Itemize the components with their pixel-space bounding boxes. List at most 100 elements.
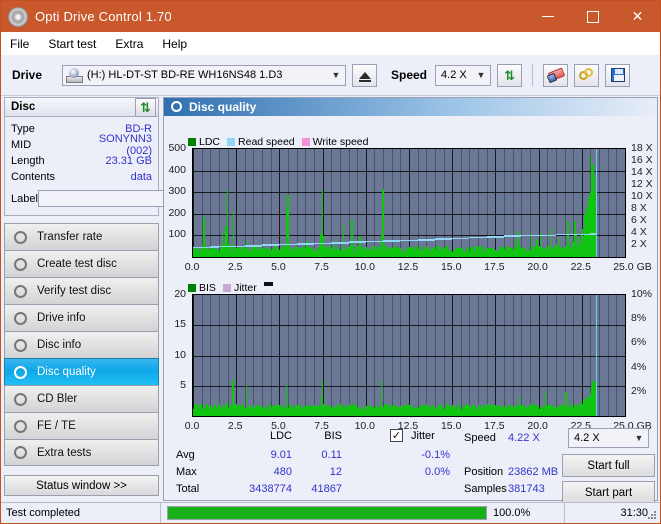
x-tick-label: 5.0 [271, 261, 286, 273]
legend-label-jitter: Jitter [234, 282, 257, 294]
stats-bis-avg: 0.11 [298, 449, 342, 461]
legend-swatch-read-speed [227, 138, 235, 146]
y2-tick-label: 4 X [627, 226, 647, 238]
grid-line [418, 149, 419, 257]
refresh-icon: ⇅ [504, 69, 515, 82]
save-button[interactable] [605, 64, 630, 87]
y2-tick-label: 8 X [627, 202, 647, 214]
grid-line [210, 149, 211, 257]
grid-line [521, 149, 522, 257]
read-speed-line [469, 237, 486, 239]
status-bar: Test completed 100.0% 31:30 [1, 502, 660, 523]
grid-line [478, 149, 479, 257]
eject-button[interactable] [352, 64, 377, 87]
speed-select[interactable]: 4.2 X ▼ [435, 65, 491, 86]
y-tick-label: 10 [174, 349, 189, 361]
menu-item-extra[interactable]: Extra [115, 37, 143, 51]
sidebar-item-label: Disc info [37, 339, 81, 351]
sidebar-item-transfer-rate[interactable]: Transfer rate [4, 223, 159, 250]
menu-item-start-test[interactable]: Start test [48, 37, 96, 51]
grid-line [599, 149, 600, 257]
legend-item-jitter: Jitter [223, 282, 257, 294]
x-tick-label: 15.0 [441, 420, 461, 432]
erase-button[interactable] [543, 64, 568, 87]
position-label: Position [464, 466, 503, 478]
sidebar-item-disc-quality[interactable]: Disc quality [4, 358, 159, 385]
chart-ldc-plot [192, 148, 626, 258]
stats-row-label-total: Total [176, 483, 199, 495]
chart-bis-plot [192, 294, 626, 417]
start-part-button[interactable]: Start part [562, 481, 655, 504]
disc-icon [13, 230, 30, 245]
gears-icon [579, 68, 594, 82]
panel-title: Disc quality [189, 100, 256, 114]
legend-item-ldc: LDC [188, 136, 220, 148]
grid-line [279, 149, 280, 257]
x-tick-label: 2.5 [228, 261, 243, 273]
menu-item-help[interactable]: Help [162, 37, 187, 51]
grid-line [193, 171, 625, 172]
test-speed-select[interactable]: 4.2 X ▼ [568, 428, 649, 448]
y-tick-label: 400 [168, 164, 189, 176]
drive-select-value: (H:) HL-DT-ST BD-RE WH16NS48 1.D3 [87, 69, 327, 81]
check-icon: ✓ [392, 429, 401, 442]
y-tick-label: 15 [174, 318, 189, 330]
chevron-down-icon: ▼ [472, 70, 490, 80]
disc-panel-header: Disc ⇅ [4, 97, 159, 117]
sidebar-item-disc-info[interactable]: Disc info [4, 331, 159, 358]
sidebar-item-fe-te[interactable]: FE / TE [4, 412, 159, 439]
stats-jitter-avg: -0.1% [384, 449, 450, 461]
maximize-icon[interactable] [570, 1, 615, 32]
legend-swatch-ldc [188, 138, 196, 146]
x-tick-label: 12.5 [398, 261, 418, 273]
progress-bar-fill [168, 507, 486, 519]
refresh-button[interactable]: ⇅ [497, 64, 522, 87]
read-speed-line [210, 246, 219, 248]
status-window-button[interactable]: Status window >> [4, 475, 159, 496]
jitter-checkbox[interactable]: ✓ [390, 429, 403, 442]
y-tick-label: 500 [168, 142, 189, 154]
chart-ldc-x-axis: 0.0 2.5 5.0 7.5 10.0 12.5 15.0 17.5 20.0 22.5 25.0… [192, 260, 626, 274]
sidebar-item-drive-info[interactable]: Drive info [4, 304, 159, 331]
grid-line [495, 149, 496, 257]
close-icon[interactable]: ✕ [615, 1, 660, 32]
sidebar-item-verify-test-disc[interactable]: Verify test disc [4, 277, 159, 304]
menu-item-file[interactable]: File [10, 37, 29, 51]
x-tick-label: 22.5 [571, 261, 591, 273]
read-speed-line [487, 236, 504, 238]
grid-line [193, 214, 625, 215]
resize-grip-icon[interactable] [647, 510, 657, 520]
read-speed-line [418, 239, 435, 241]
sidebar-item-extra-tests[interactable]: Extra tests [4, 439, 159, 466]
minimize-icon[interactable] [525, 1, 570, 32]
disc-refresh-button[interactable]: ⇅ [135, 98, 156, 117]
legend-swatch-jitter [223, 284, 231, 292]
disc-icon [13, 257, 30, 272]
y-tick-label: 300 [168, 185, 189, 197]
grid-line [193, 325, 625, 326]
grid-line [547, 149, 548, 257]
chart-bis-legend: BIS Jitter [188, 282, 273, 294]
read-speed-line [452, 238, 469, 240]
grid-line [608, 149, 609, 257]
settings-button[interactable] [574, 64, 599, 87]
speed-stat-value: 4.22 X [508, 432, 570, 444]
sidebar-item-cd-bler[interactable]: CD Bler [4, 385, 159, 412]
read-speed-line [383, 240, 400, 242]
disc-row-length: Length 23.31 GB [11, 153, 152, 169]
y2-tick-label: 6 X [627, 214, 647, 226]
chart-ldc-y2-axis: 2 X4 X6 X8 X 10 X 12 X 14 X 16 X 18 X [627, 148, 659, 258]
grid-line [452, 149, 453, 257]
sidebar-item-label: Extra tests [37, 447, 91, 459]
title-bar: Opti Drive Control 1.70 ✕ [1, 1, 660, 32]
drive-select[interactable]: (H:) HL-DT-ST BD-RE WH16NS48 1.D3 ▼ [62, 65, 346, 86]
disc-label-label: Label [11, 193, 38, 205]
progress-bar [167, 506, 487, 520]
x-tick-label: 15.0 [441, 261, 461, 273]
sidebar-item-create-test-disc[interactable]: Create test disc [4, 250, 159, 277]
legend-item-bis: BIS [188, 282, 216, 294]
x-tick-label: 20.0 [527, 261, 547, 273]
start-full-button[interactable]: Start full [562, 454, 655, 477]
grid-line [193, 235, 625, 236]
x-tick-label: 7.5 [314, 261, 329, 273]
